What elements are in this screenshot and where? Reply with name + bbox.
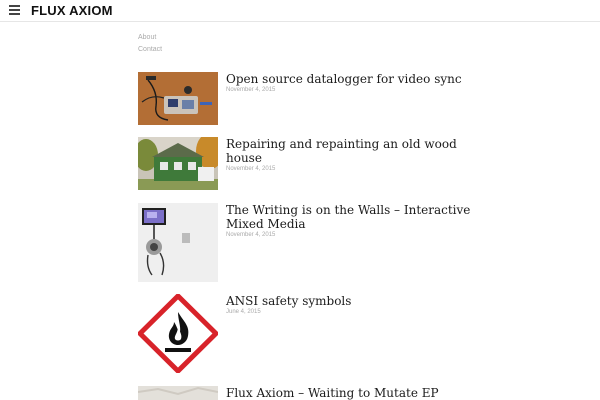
post-item: Flux Axiom – Waiting to Mutate EP <box>138 386 478 400</box>
site-title[interactable]: FLUX AXIOM <box>31 3 113 18</box>
post-thumbnail-flammable-icon[interactable] <box>138 294 218 373</box>
post-item: Repairing and repainting an old wood hou… <box>138 137 478 191</box>
post-item: ANSI safety symbols June 4, 2015 <box>138 294 478 374</box>
page-nav: About Contact <box>138 32 162 56</box>
post-title[interactable]: Open source datalogger for video sync <box>226 72 476 86</box>
post-date: November 4, 2015 <box>226 232 276 238</box>
post-thumbnail-installation[interactable] <box>138 203 218 282</box>
top-bar: FLUX AXIOM <box>0 0 600 22</box>
post-date: November 4, 2015 <box>226 166 276 172</box>
nav-link-about[interactable]: About <box>138 32 162 44</box>
post-date: November 4, 2015 <box>226 87 276 93</box>
post-thumbnail-ep-cover[interactable] <box>138 386 218 400</box>
hamburger-menu-icon[interactable] <box>9 5 20 15</box>
post-title[interactable]: The Writing is on the Walls – Interactiv… <box>226 203 476 231</box>
post-item: The Writing is on the Walls – Interactiv… <box>138 203 478 283</box>
post-thumbnail-datalogger[interactable] <box>138 72 218 125</box>
post-title[interactable]: ANSI safety symbols <box>226 294 476 308</box>
post-item: Open source datalogger for video sync No… <box>138 72 478 126</box>
post-thumbnail-house[interactable] <box>138 137 218 190</box>
nav-link-contact[interactable]: Contact <box>138 44 162 56</box>
post-title[interactable]: Flux Axiom – Waiting to Mutate EP <box>226 386 476 400</box>
post-title[interactable]: Repairing and repainting an old wood hou… <box>226 137 476 165</box>
post-date: June 4, 2015 <box>226 309 261 315</box>
